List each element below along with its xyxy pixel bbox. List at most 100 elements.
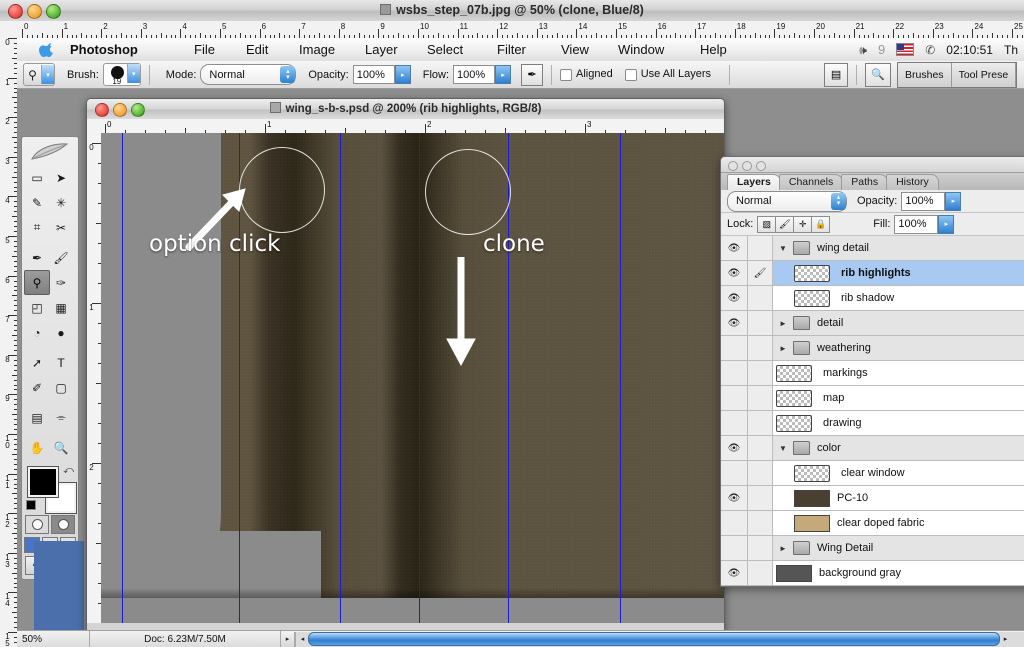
lock-transparency-icon[interactable]: ▨ [757,215,777,233]
palette-titlebar[interactable] [721,157,1024,173]
layer-link-toggle[interactable] [748,436,773,460]
layer-opacity-slider-button[interactable]: ▸ [945,191,962,211]
layer-link-toggle[interactable] [748,561,773,585]
file-browser-icon[interactable]: 🔍 [865,62,892,87]
dodge-tool[interactable]: ● [48,320,74,345]
tool-preset-picker[interactable]: ⚲ ▾ [23,63,55,86]
guide-3[interactable] [340,133,341,623]
layer-row[interactable]: map [721,386,1024,411]
palette-tab-layers[interactable]: Layers [727,174,781,190]
layer-link-toggle[interactable] [748,511,773,535]
path-selection-tool[interactable]: ➚ [24,350,50,375]
menu-clock[interactable]: 02:10:51 [946,43,993,57]
menu-user[interactable]: Th [1004,43,1018,57]
opacity-slider-button[interactable]: ▸ [394,65,411,84]
layer-name[interactable]: color [817,442,841,454]
apple-icon[interactable] [39,41,56,58]
layer-thumbnail[interactable] [776,564,812,582]
layer-row[interactable]: 👁 PC-10 [721,486,1024,511]
type-tool[interactable]: T [48,350,74,375]
layer-link-toggle[interactable] [748,411,773,435]
layer-name[interactable]: drawing [823,417,862,429]
menu-help[interactable]: Help [693,38,734,61]
canvas[interactable]: option click clone [101,133,724,623]
menu-layer[interactable]: Layer [358,38,405,61]
gradient-tool[interactable]: ▦ [48,295,74,320]
phone-icon[interactable]: ✆ [925,44,935,56]
lock-position-icon[interactable]: ✛ [793,215,813,233]
layer-link-toggle[interactable]: 🖌 [748,261,773,285]
app-doc-info[interactable]: Doc: 6.23M/7.50M [90,630,281,647]
layer-link-toggle[interactable] [748,236,773,260]
lock-image-icon[interactable]: 🖌 [775,215,795,233]
slice-tool[interactable]: ✂ [48,215,74,240]
palette-minimize-button[interactable] [742,161,752,171]
aligned-checkbox[interactable]: Aligned [560,68,613,81]
blur-tool[interactable]: ◔ [24,320,50,345]
layer-link-toggle[interactable] [748,336,773,360]
layer-blend-mode-select[interactable]: Normal ▴ ▾ [727,190,847,212]
palette-zoom-button[interactable] [756,161,766,171]
clone-stamp-tool[interactable]: ⚲ [24,270,50,295]
layer-row[interactable]: 👁 ► detail [721,311,1024,336]
move-tool[interactable]: ➤ [48,165,74,190]
history-brush-tool[interactable]: ✑ [48,270,74,295]
app-scroll-thumb[interactable] [308,632,1000,646]
menu-image[interactable]: Image [292,38,342,61]
layer-name[interactable]: map [823,392,844,404]
lock-all-icon[interactable]: 🔒 [811,215,831,233]
layer-name[interactable]: Wing Detail [817,542,873,554]
app-scroll-right-arrow-icon[interactable]: ▸ [1000,632,1011,647]
palette-close-button[interactable] [728,161,738,171]
menu-file[interactable]: File [187,38,222,61]
well-tab-brushes[interactable]: Brushes [898,62,952,87]
layer-row[interactable]: markings [721,361,1024,386]
brush-picker[interactable]: 19 ▾ [102,63,141,86]
layer-visibility-toggle[interactable] [721,461,748,485]
layer-visibility-toggle[interactable]: 👁 [721,436,748,460]
layer-link-toggle[interactable] [748,461,773,485]
palette-tab-history[interactable]: History [886,174,939,190]
layer-thumbnail[interactable] [794,264,830,282]
palette-well[interactable]: Brushes Tool Prese [897,61,1018,88]
app-horizontal-scrollbar[interactable]: ◂ ▸ [295,631,1024,647]
layer-name[interactable]: detail [817,317,843,329]
layer-row[interactable]: ► weathering [721,336,1024,361]
menu-filter[interactable]: Filter [490,38,533,61]
fill-input[interactable]: 100% [894,214,939,234]
well-tab-tool-presets[interactable]: Tool Prese [952,62,1017,87]
layer-name[interactable]: rib highlights [841,267,911,279]
layer-visibility-toggle[interactable] [721,511,748,535]
menu-edit[interactable]: Edit [239,38,275,61]
crop-tool[interactable]: ⌗ [24,215,50,240]
layer-name[interactable]: wing detail [817,242,869,254]
layer-row[interactable]: 👁 🖌 rib highlights [721,261,1024,286]
tool-preset-chevron-icon[interactable]: ▾ [41,65,54,84]
script-9-icon[interactable]: 9 [878,43,885,56]
group-disclosure-icon[interactable]: ▼ [779,444,789,453]
standard-mode-button[interactable] [25,515,49,534]
layer-row[interactable]: drawing [721,411,1024,436]
flow-slider-button[interactable]: ▸ [495,65,512,84]
swap-colors-icon[interactable]: ⤺ [63,465,74,476]
layer-row[interactable]: 👁 rib shadow [721,286,1024,311]
layer-thumbnail[interactable] [776,414,812,432]
layer-name[interactable]: weathering [817,342,871,354]
use-all-layers-checkbox[interactable]: Use All Layers [624,68,711,81]
layer-row[interactable]: 👁 ▼ wing detail [721,236,1024,261]
marquee-tool[interactable]: ▭ [24,165,50,190]
paintbrush-tool[interactable]: 🖌 [48,245,74,270]
palette-tab-channels[interactable]: Channels [778,174,844,190]
healing-brush-tool[interactable]: ✒ [24,245,50,270]
layer-visibility-toggle[interactable]: 👁 [721,486,748,510]
app-scroll-left-arrow-icon[interactable]: ◂ [297,632,308,647]
app-zoom-value[interactable]: 50% [17,630,90,647]
lasso-tool[interactable]: ✎ [24,190,50,215]
default-colors-icon[interactable] [26,500,37,511]
layer-thumbnail[interactable] [794,514,830,532]
app-status-menu-icon[interactable]: ▸ [281,631,295,647]
layer-visibility-toggle[interactable]: 👁 [721,286,748,310]
us-flag-icon[interactable] [896,43,915,56]
layer-row[interactable]: 👁 background gray [721,561,1024,586]
layer-name[interactable]: clear doped fabric [837,517,924,529]
